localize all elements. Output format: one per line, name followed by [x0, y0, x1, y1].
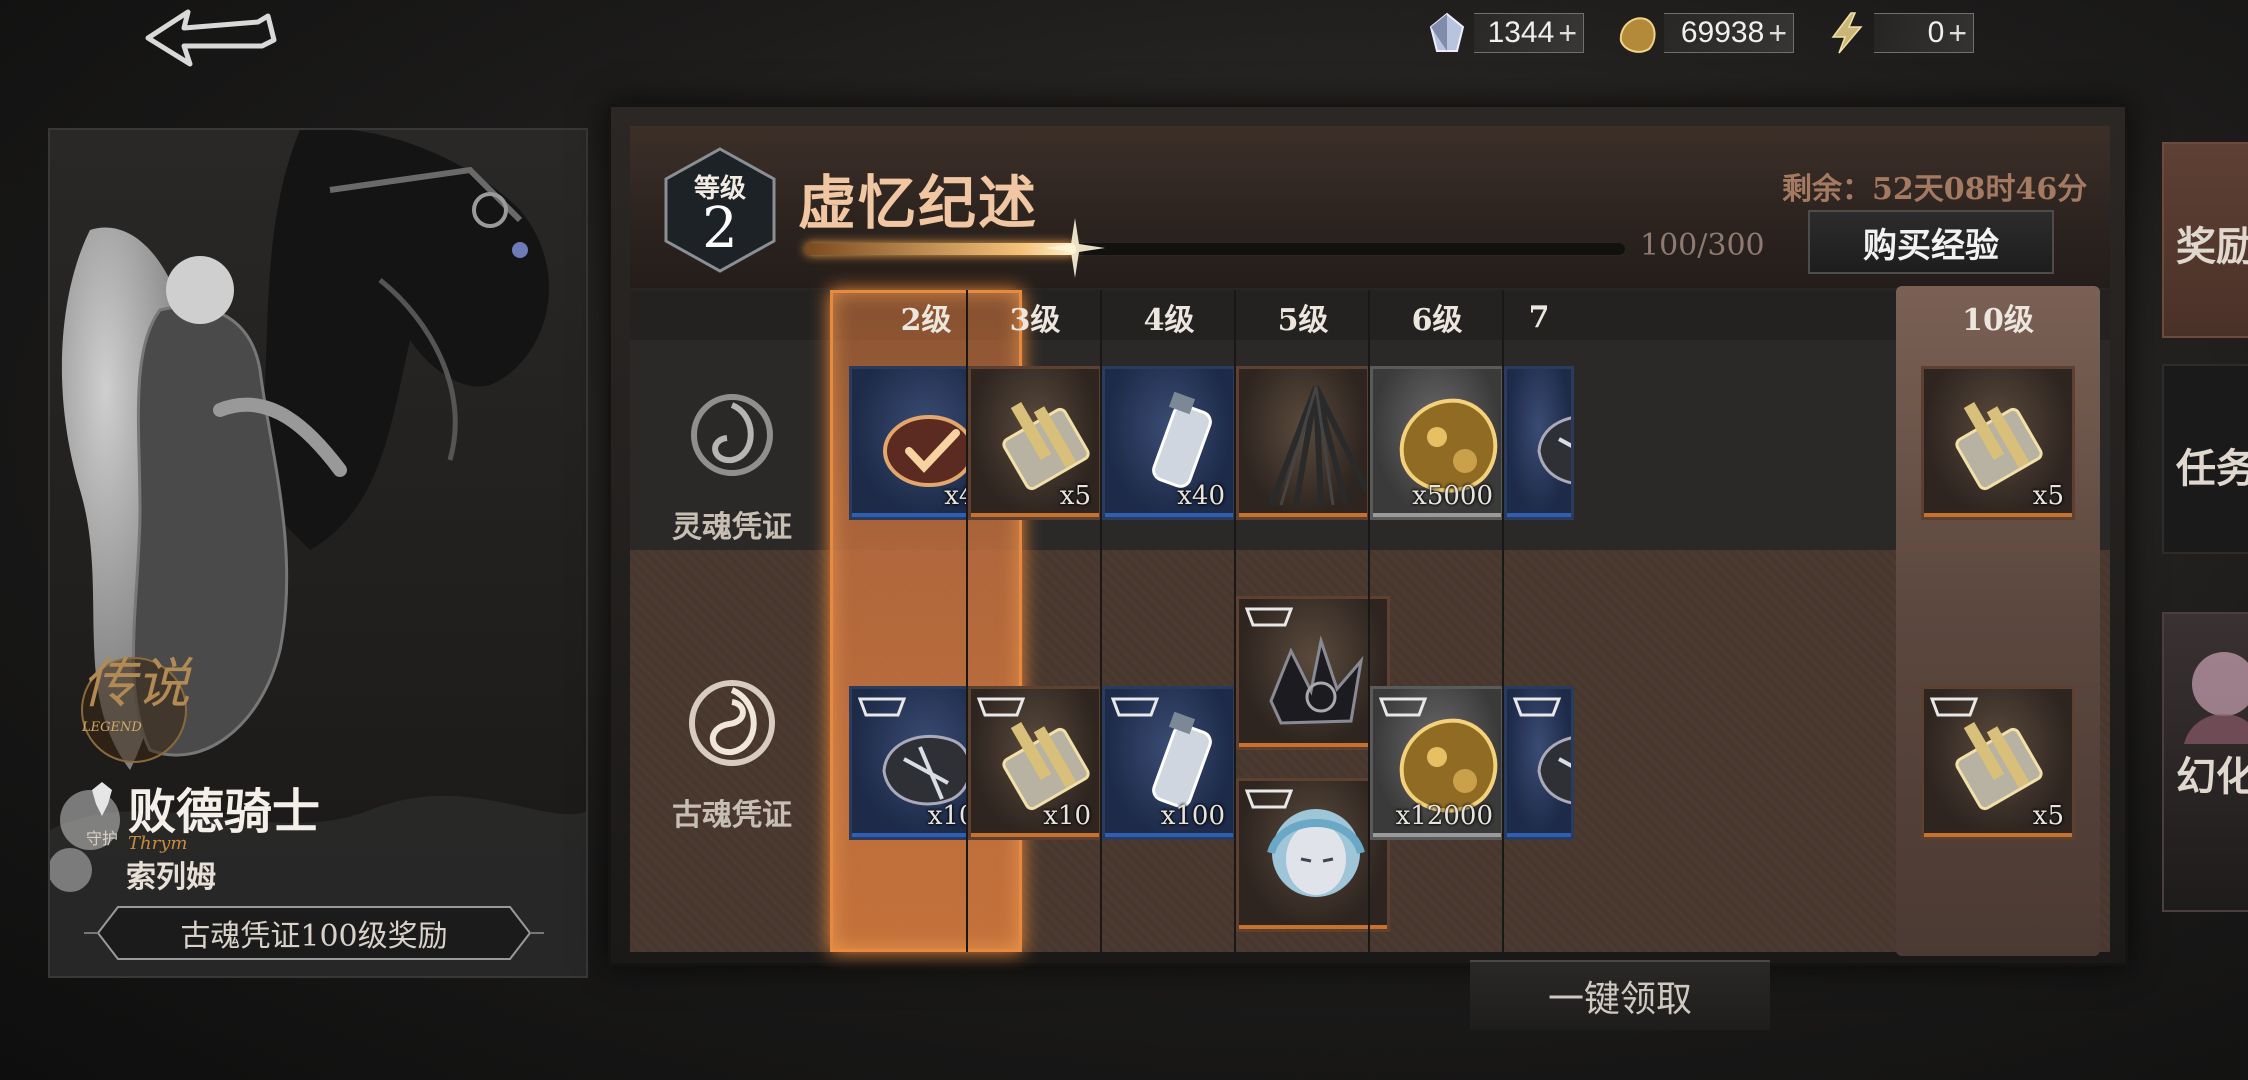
- premium-lock-icon: [1513, 697, 1561, 717]
- gold-value: 69938: [1680, 16, 1765, 49]
- premium-lock-icon: [1379, 697, 1427, 717]
- soul-row-label: 灵魂凭证: [672, 510, 792, 545]
- guardian-class-icon: [90, 782, 114, 816]
- character-subname: 索列姆: [126, 860, 216, 895]
- soul-reward-item[interactable]: x5: [968, 366, 1102, 520]
- back-arrow-icon: [145, 9, 277, 67]
- buy-exp-button[interactable]: 购买经验: [1808, 210, 2054, 274]
- add-lightning-button[interactable]: +: [1948, 15, 1967, 52]
- item-quantity: x5: [1059, 481, 1091, 511]
- currency-crystal: 1344 +: [1420, 10, 1584, 56]
- gold-ore-icon: [1610, 10, 1664, 56]
- ore-stone-icon: [1537, 416, 1571, 485]
- soul-row-label-box: 灵魂凭证: [632, 380, 832, 546]
- legend-badge: 传说 LEGEND: [74, 650, 194, 770]
- feather-cloak-icon: [1268, 385, 1367, 507]
- item-quantity: x5000: [1412, 481, 1493, 511]
- currency-lightning: 0 +: [1820, 10, 1974, 56]
- soul-reward-item[interactable]: x40: [1102, 366, 1236, 520]
- tab-reward-label: 奖励: [2176, 223, 2248, 270]
- item-quantity: x5: [2032, 481, 2064, 511]
- back-arrow-button[interactable]: [140, 6, 280, 68]
- currency-gold: 69938 +: [1610, 10, 1794, 56]
- ore-stone-icon: [1537, 736, 1571, 805]
- tab-skin-label: 幻化: [2176, 753, 2248, 800]
- premium-lock-icon: [1111, 697, 1159, 717]
- premium-lock-icon: [1245, 607, 1293, 627]
- ancient-reward-item[interactable]: x12000: [1370, 686, 1504, 840]
- item-quantity: x10: [1043, 801, 1091, 831]
- soul-swirl-icon: [677, 380, 787, 490]
- item-quantity: x40: [1177, 481, 1225, 511]
- exp-spark-icon: [1045, 218, 1106, 278]
- ancient-reward-item[interactable]: [1504, 686, 1574, 840]
- tab-task[interactable]: 任务: [2162, 364, 2248, 554]
- level100-reward-button[interactable]: 古魂凭证100级奖励: [84, 905, 544, 961]
- ancient-row-label-box: 古魂凭证: [632, 668, 832, 834]
- item-quantity: x100: [1160, 801, 1225, 831]
- exp-text: 100/300: [1640, 228, 1765, 263]
- exp-progress-fill: [805, 243, 1076, 255]
- item-quantity: x12000: [1395, 801, 1493, 831]
- lightning-value: 0: [1927, 16, 1945, 49]
- ancient-row-label: 古魂凭证: [672, 798, 792, 833]
- lightning-icon: [1820, 10, 1874, 56]
- premium-lock-icon: [858, 697, 906, 717]
- spiked-armor-icon: [1269, 635, 1364, 725]
- portrait-icon: [1267, 809, 1365, 897]
- legend-badge-cn: 传说: [82, 652, 190, 715]
- soul-reward-item[interactable]: [1236, 366, 1370, 520]
- soul-reward-item[interactable]: x5: [1921, 366, 2075, 520]
- character-role: 守护: [86, 829, 119, 848]
- ancient-reward-item[interactable]: [1236, 596, 1390, 750]
- character-name-en: Thrym: [128, 833, 188, 854]
- character-name: 败德骑士: [128, 784, 321, 840]
- crystal-icon: [1420, 10, 1474, 56]
- level-number: 2: [702, 196, 738, 261]
- premium-lock-icon: [977, 697, 1025, 717]
- crystal-value: 1344: [1487, 16, 1555, 49]
- add-crystal-button[interactable]: +: [1558, 15, 1577, 52]
- legend-badge-en: LEGEND: [82, 720, 142, 735]
- premium-lock-icon: [1930, 697, 1978, 717]
- tab-skin[interactable]: 幻化: [2162, 612, 2248, 912]
- tab-reward[interactable]: 奖励: [2162, 142, 2248, 338]
- tab-task-label: 任务: [2176, 445, 2248, 492]
- level100-reward-label: 古魂凭证100级奖励: [180, 919, 448, 954]
- claim-all-button[interactable]: 一键领取: [1470, 960, 1770, 1030]
- pass-title: 虚忆纪述: [798, 169, 1039, 237]
- add-gold-button[interactable]: +: [1768, 15, 1787, 52]
- time-remaining: 剩余：52天08时46分: [1782, 172, 2088, 207]
- ancient-swirl-icon: [677, 668, 787, 778]
- ancient-reward-item[interactable]: x10: [968, 686, 1102, 840]
- ancient-reward-item[interactable]: x100: [1102, 686, 1236, 840]
- premium-lock-icon: [1245, 789, 1293, 809]
- exp-progress-bar: [804, 242, 1626, 256]
- soul-reward-item[interactable]: x5000: [1370, 366, 1504, 520]
- item-quantity: x5: [2032, 801, 2064, 831]
- ancient-reward-item[interactable]: x5: [1921, 686, 2075, 840]
- ancient-reward-item[interactable]: [1236, 778, 1390, 932]
- skin-portrait-icon: [2184, 652, 2248, 744]
- soul-reward-item[interactable]: [1504, 366, 1574, 520]
